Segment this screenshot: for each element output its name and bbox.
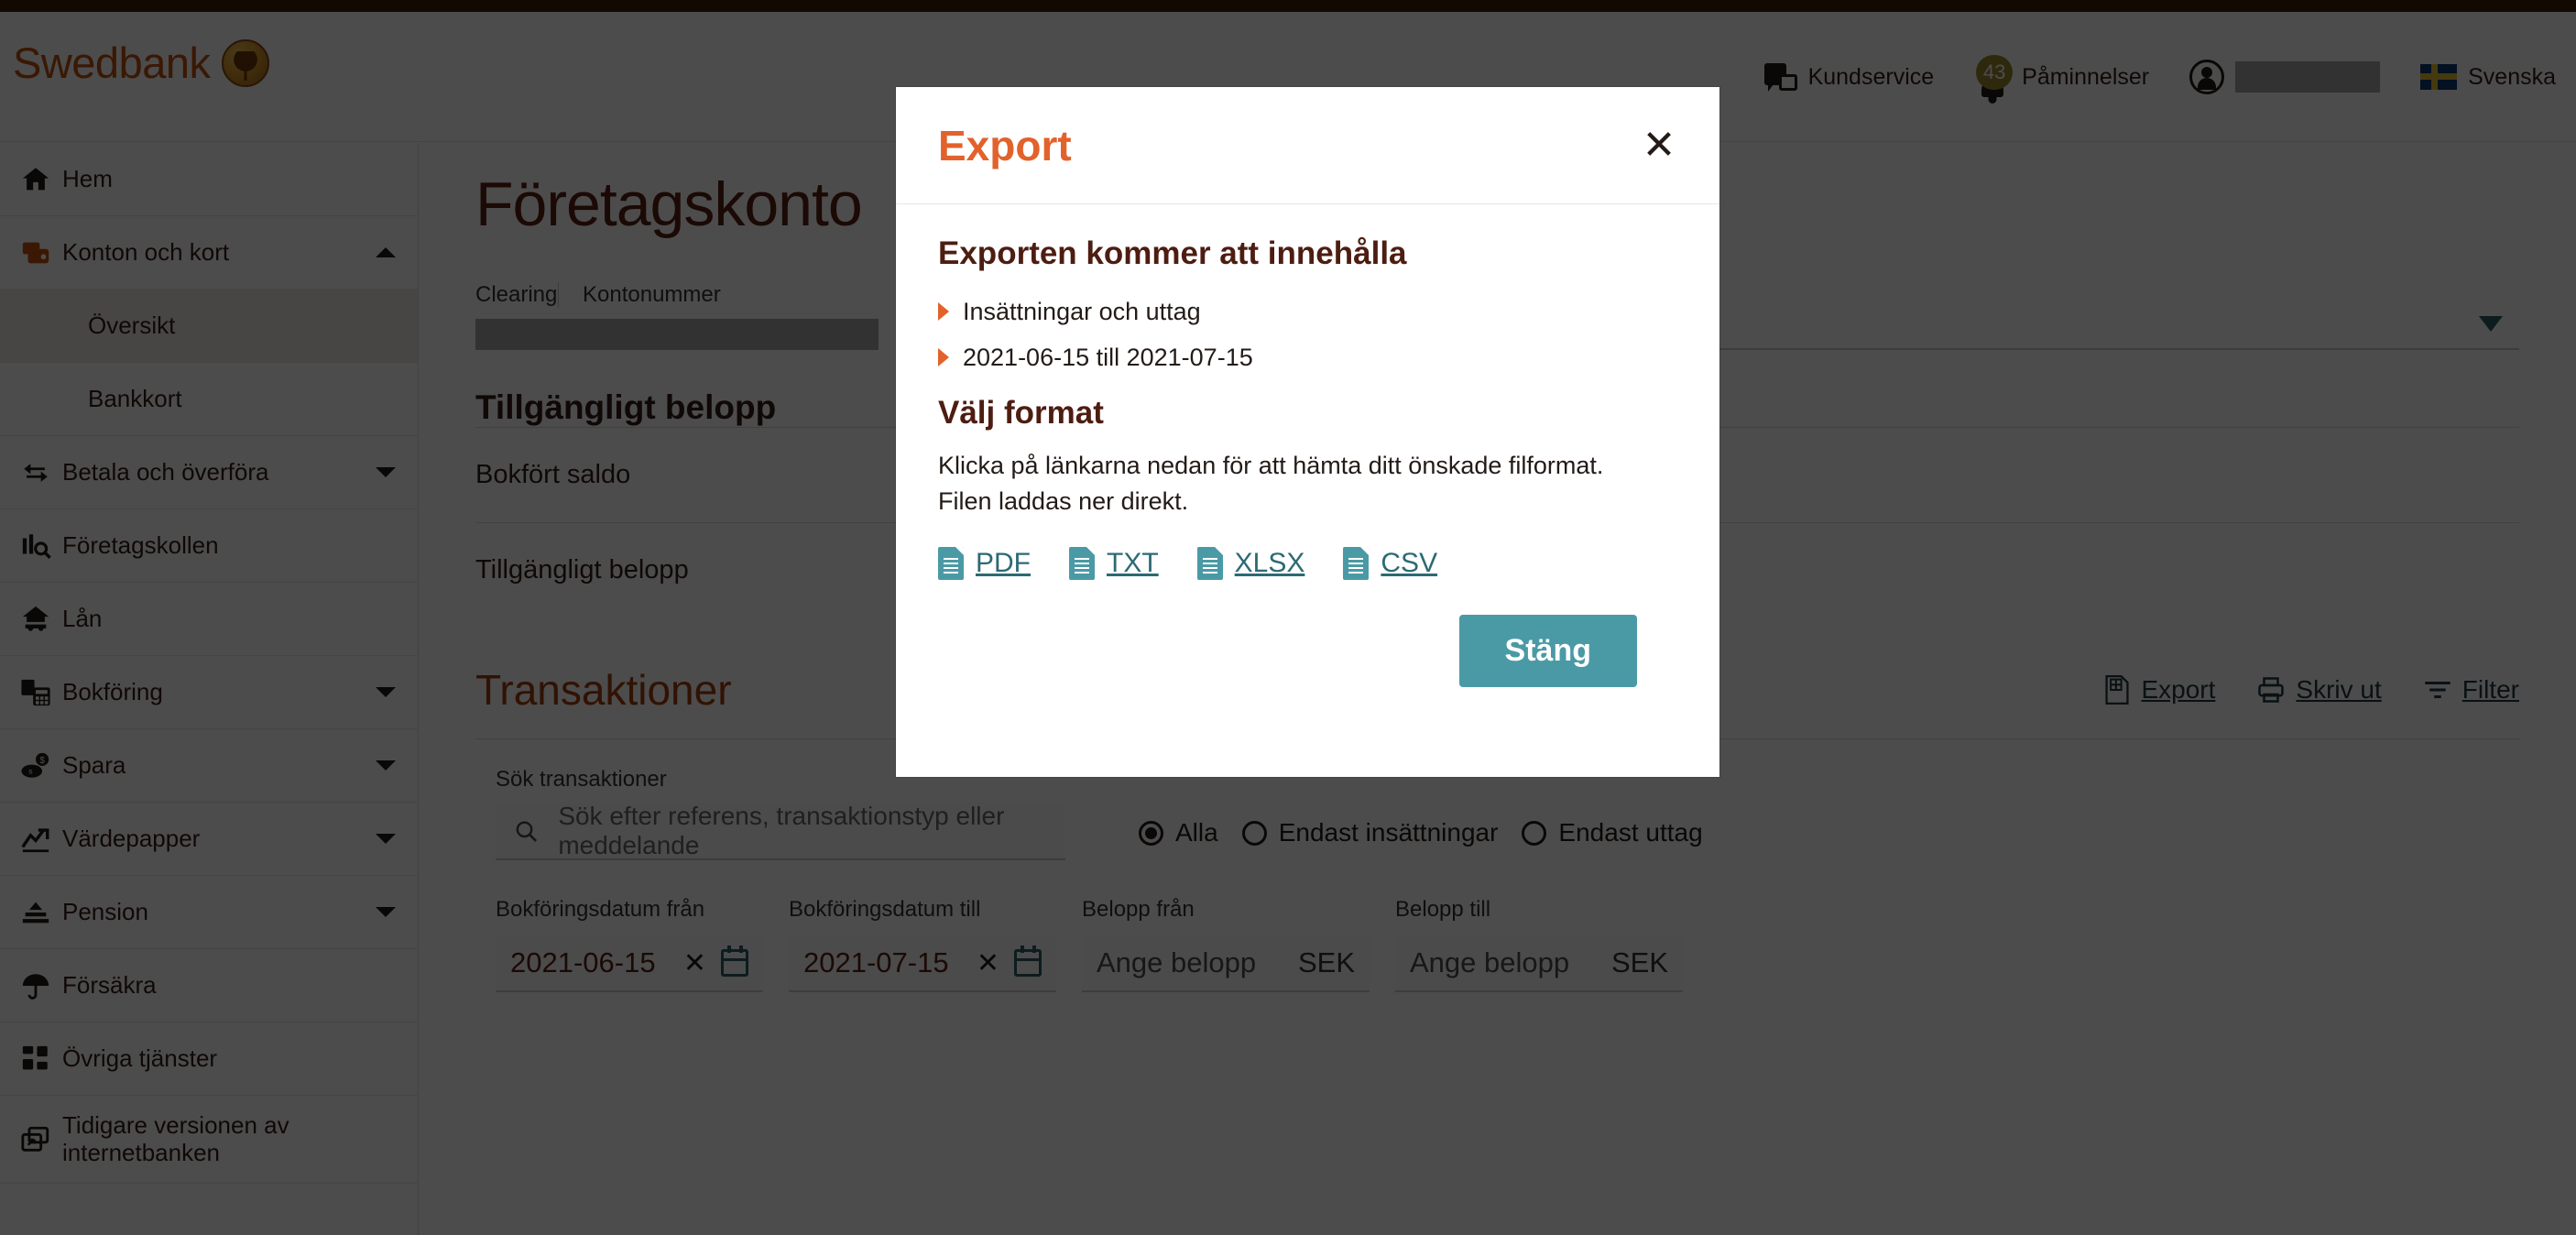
modal-title: Export: [938, 121, 1072, 169]
export-contents-list: Insättningar och uttag 2021-06-15 till 2…: [938, 289, 1677, 380]
close-icon[interactable]: ✕: [1639, 125, 1679, 166]
page-root: Swedbank Kundservice 43 Påminnelser: [0, 0, 2576, 1235]
modal-body: Exporten kommer att innehålla Insättning…: [896, 204, 1719, 688]
document-icon: [938, 547, 964, 581]
list-item: Insättningar och uttag: [938, 289, 1677, 334]
format-link-csv[interactable]: CSV: [1343, 547, 1438, 581]
modal-header: Export ✕: [896, 87, 1719, 204]
modal-footer: Stäng: [938, 580, 1677, 688]
format-description: Klicka på länkarna nedan för att hämta d…: [938, 452, 1604, 516]
document-icon: [1069, 547, 1095, 581]
format-label: TXT: [1107, 548, 1159, 579]
list-item: 2021-06-15 till 2021-07-15: [938, 334, 1677, 380]
bullet-arrow-icon: [938, 302, 949, 321]
list-item-label: Insättningar och uttag: [963, 297, 1201, 325]
export-contents-heading: Exporten kommer att innehålla: [938, 235, 1407, 271]
choose-format-heading: Välj format: [938, 395, 1104, 431]
format-label: XLSX: [1234, 548, 1305, 579]
bullet-arrow-icon: [938, 348, 949, 366]
format-label: PDF: [976, 548, 1031, 579]
format-link-txt[interactable]: TXT: [1069, 547, 1159, 581]
document-icon: [1196, 547, 1223, 581]
format-label: CSV: [1381, 548, 1438, 579]
close-button[interactable]: Stäng: [1458, 615, 1637, 688]
format-links: PDF TXT XLSX CSV: [938, 547, 1677, 581]
format-link-xlsx[interactable]: XLSX: [1196, 547, 1305, 581]
format-link-pdf[interactable]: PDF: [938, 547, 1031, 581]
export-modal: Export ✕ Exporten kommer att innehålla I…: [896, 87, 1719, 777]
list-item-label: 2021-06-15 till 2021-07-15: [963, 343, 1253, 371]
document-icon: [1343, 547, 1370, 581]
